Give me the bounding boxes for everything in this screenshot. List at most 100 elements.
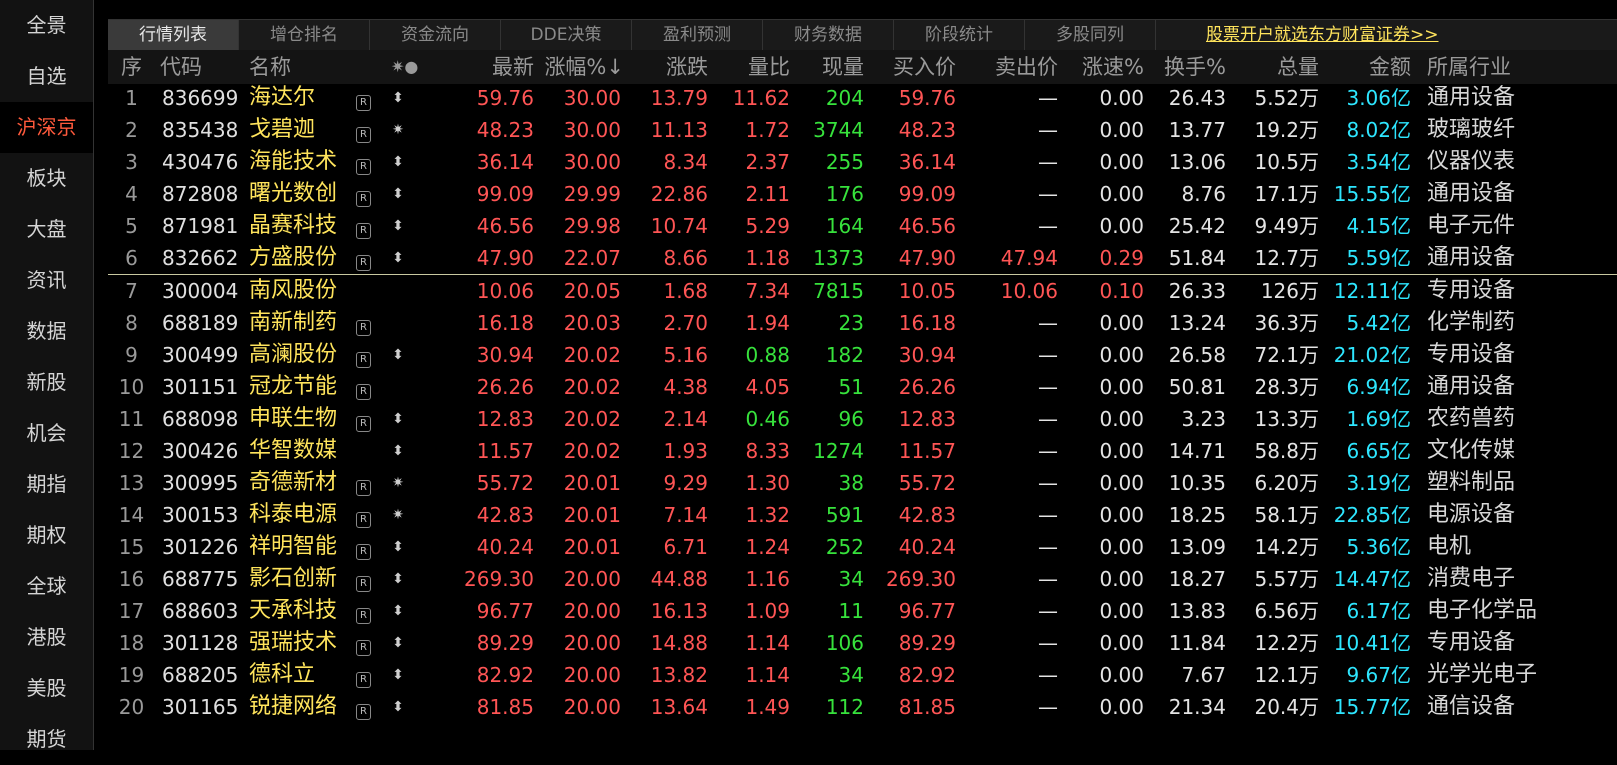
speed-percent: 0.00: [1099, 695, 1144, 719]
latest-price: 36.14: [476, 150, 534, 174]
table-row[interactable]: 11 688098 申联生物 12.83 20.02 2.14 0.46 96 12.83 — 0.…: [108, 403, 1617, 435]
sidebar-item[interactable]: 新股: [0, 357, 93, 408]
stock-code: 300995: [162, 471, 239, 495]
table-row[interactable]: 16 688775 影石创新 269.30 20.00 44.88 1.16 34 269.30…: [108, 563, 1617, 595]
sidebar-item[interactable]: 期权: [0, 510, 93, 561]
change-percent: 20.05: [563, 279, 621, 303]
col-change[interactable]: 涨跌: [624, 50, 708, 84]
sidebar-item[interactable]: 大盘: [0, 204, 93, 255]
change-value: 14.88: [650, 631, 708, 655]
turnover-amount: 15.55亿: [1333, 182, 1411, 206]
tab[interactable]: 资金流向: [370, 20, 501, 50]
table-row[interactable]: 18 301128 强瑞技术 89.29 20.00 14.88 1.14 106 89.29 —…: [108, 627, 1617, 659]
arrow-updown-icon: ⬍: [392, 90, 404, 106]
arrow-updown-icon: ⬍: [392, 186, 404, 202]
open-account-promo-link[interactable]: 股票开户就选东方财富证券>>: [1156, 20, 1439, 50]
sidebar-item[interactable]: 板块: [0, 153, 93, 204]
turnover-rate: 11.84: [1168, 631, 1226, 655]
turnover-amount: 21.02亿: [1333, 343, 1411, 367]
stock-code: 300426: [162, 439, 239, 463]
bid-price: 48.23: [898, 118, 956, 142]
tab[interactable]: 阶段统计: [894, 20, 1025, 50]
change-value: 13.64: [650, 695, 708, 719]
sidebar-item[interactable]: 港股: [0, 612, 93, 663]
table-row[interactable]: 9 300499 高澜股份 30.94 20.02 5.16 0.88 182 30.94 — 0.…: [108, 339, 1617, 371]
col-flags[interactable]: ✷●: [391, 50, 418, 84]
col-curvol[interactable]: 现量: [790, 50, 864, 84]
tab[interactable]: DDE决策: [501, 20, 632, 50]
col-ask[interactable]: 卖出价: [956, 50, 1058, 84]
bid-price: 40.24: [898, 535, 956, 559]
arrow-updown-icon: ⬍: [392, 571, 404, 587]
col-turnover[interactable]: 换手%: [1144, 50, 1226, 84]
change-value: 16.13: [650, 599, 708, 623]
table-row[interactable]: 8 688189 南新制药 16.18 20.03 2.70 1.94 23 16.18 — 0.0…: [108, 307, 1617, 339]
col-pct[interactable]: 涨幅%↓: [528, 50, 624, 84]
change-percent: 20.02: [563, 407, 621, 431]
table-row[interactable]: 1 836699 海达尔 59.76 30.00 13.79 11.62 204 59.76 — 0…: [108, 82, 1617, 114]
change-percent: 20.01: [563, 471, 621, 495]
tab[interactable]: 增仓排名: [239, 20, 370, 50]
tab[interactable]: 财务数据: [763, 20, 894, 50]
latest-price: 89.29: [476, 631, 534, 655]
table-row[interactable]: 7 300004 南风股份 10.06 20.05 1.68 7.34 7815 10.05 10…: [108, 275, 1617, 307]
change-percent: 30.00: [563, 118, 621, 142]
change-percent: 20.01: [563, 535, 621, 559]
stock-name: 海能技术: [249, 149, 338, 174]
turnover-rate: 13.09: [1168, 535, 1226, 559]
sidebar-item[interactable]: 机会: [0, 408, 93, 459]
turnover-rate: 18.27: [1168, 567, 1226, 591]
sidebar-item[interactable]: 沪深京: [0, 102, 93, 153]
table-row[interactable]: 14 300153 科泰电源 42.83 20.01 7.14 1.32 591 42.83 — 0…: [108, 499, 1617, 531]
stock-code: 688098: [162, 407, 239, 431]
change-value: 8.34: [663, 150, 708, 174]
col-industry[interactable]: 所属行业: [1427, 50, 1511, 84]
change-value: 2.14: [663, 407, 708, 431]
current-volume: 164: [825, 214, 864, 238]
sidebar-item[interactable]: 美股: [0, 663, 93, 714]
col-seq[interactable]: 序: [108, 50, 155, 84]
tab[interactable]: 多股同列: [1025, 20, 1156, 50]
volume-ratio: 1.14: [745, 663, 790, 687]
table-row[interactable]: 17 688603 天承科技 96.77 20.00 16.13 1.09 11 96.77 — 0…: [108, 595, 1617, 627]
table-row[interactable]: 15 301226 祥明智能 40.24 20.01 6.71 1.24 252 40.24 — 0…: [108, 531, 1617, 563]
sidebar-item[interactable]: 自选: [0, 51, 93, 102]
col-volratio[interactable]: 量比: [708, 50, 790, 84]
sidebar-item[interactable]: 全景: [0, 0, 93, 51]
turnover-amount: 8.02亿: [1346, 118, 1411, 142]
arrow-updown-icon: ⬍: [392, 250, 404, 266]
sidebar-item[interactable]: 期货: [0, 714, 93, 765]
table-row[interactable]: 4 872808 曙光数创 99.09 29.99 22.86 2.11 176 99.09 — 0…: [108, 178, 1617, 210]
col-amount[interactable]: 金额: [1319, 50, 1411, 84]
sidebar-item[interactable]: 全球: [0, 561, 93, 612]
col-speed[interactable]: 涨速%: [1058, 50, 1144, 84]
table-row[interactable]: 6 832662 方盛股份 47.90 22.07 8.66 1.18 1373 47.90 47…: [108, 242, 1617, 275]
col-name[interactable]: 名称: [249, 50, 291, 84]
col-totalvol[interactable]: 总量: [1226, 50, 1319, 84]
ask-price: —: [1038, 439, 1058, 463]
table-row[interactable]: 10 301151 冠龙节能 26.26 20.02 4.38 4.05 51 26.26 — 0.…: [108, 371, 1617, 403]
total-volume: 10.5万: [1254, 150, 1319, 174]
table-row[interactable]: 13 300995 奇德新材 55.72 20.01 9.29 1.30 38 55.72 — 0.…: [108, 467, 1617, 499]
ask-price: —: [1038, 663, 1058, 687]
table-row[interactable]: 2 835438 戈碧迦 48.23 30.00 11.13 1.72 3744 48.23 — 0…: [108, 114, 1617, 146]
col-latest[interactable]: 最新: [448, 50, 534, 84]
table-row[interactable]: 20 301165 锐捷网络 81.85 20.00 13.64 1.49 112 81.85 —…: [108, 691, 1617, 723]
sidebar-item[interactable]: 数据: [0, 306, 93, 357]
col-bid[interactable]: 买入价: [864, 50, 956, 84]
sidebar-item[interactable]: 期指: [0, 459, 93, 510]
table-row[interactable]: 5 871981 晶赛科技 46.56 29.98 10.74 5.29 164 46.56 — 0…: [108, 210, 1617, 242]
table-row[interactable]: 19 688205 德科立 82.92 20.00 13.82 1.14 34 82.92 — 0.…: [108, 659, 1617, 691]
col-code[interactable]: 代码: [160, 50, 202, 84]
change-value: 22.86: [650, 182, 708, 206]
stock-name: 华智数媒: [249, 438, 338, 463]
stock-name: 奇德新材: [249, 470, 338, 495]
change-value: 44.88: [650, 567, 708, 591]
tab[interactable]: 盈利预测: [632, 20, 763, 50]
table-row[interactable]: 3 430476 海能技术 36.14 30.00 8.34 2.37 255 36.14 — 0.…: [108, 146, 1617, 178]
tab[interactable]: 行情列表: [108, 20, 239, 50]
table-row[interactable]: 12 300426 华智数媒 11.57 20.02 1.93 8.33 1274 11.57 —…: [108, 435, 1617, 467]
margin-trading-badge-icon: R: [356, 627, 371, 659]
turnover-amount: 6.94亿: [1346, 375, 1411, 399]
sidebar-item[interactable]: 资讯: [0, 255, 93, 306]
